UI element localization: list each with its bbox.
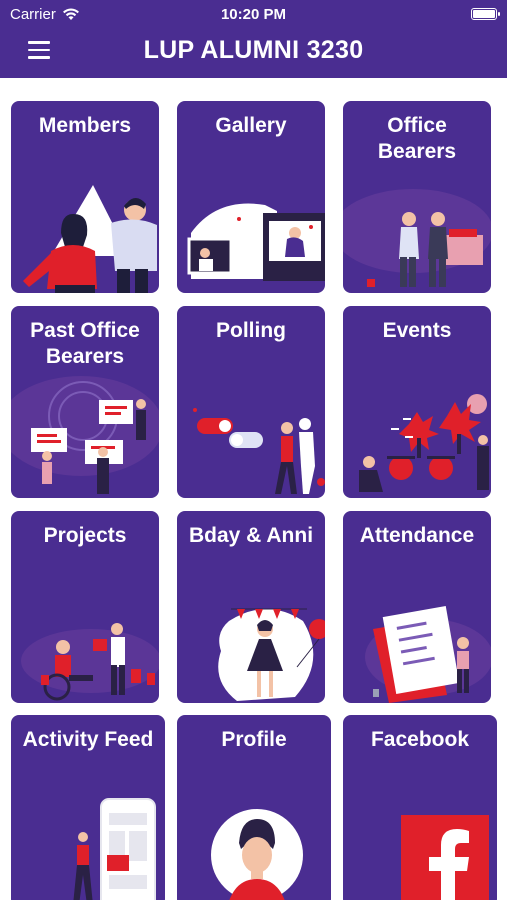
tile-gallery[interactable]: Gallery <box>177 101 325 293</box>
tile-facebook[interactable]: Facebook <box>343 715 497 900</box>
tile-facebook-label: Facebook <box>370 728 470 751</box>
tile-events[interactable]: Events <box>343 306 491 498</box>
tile-projects-label: Projects <box>43 524 127 547</box>
tile-members[interactable]: Members <box>11 101 159 293</box>
tile-office-bearers[interactable]: Office Bearers <box>343 101 491 293</box>
tile-members-label: Members <box>38 114 132 137</box>
tile-profile-label: Profile <box>221 728 287 751</box>
tile-projects[interactable]: Projects <box>11 511 159 703</box>
tile-birthday-anniversary-label: Bday & Anni <box>188 524 314 547</box>
tile-polling-label: Polling <box>216 319 286 342</box>
tile-profile[interactable]: Profile <box>177 715 331 900</box>
tile-past-office-bearers-label: Past Office Bearers <box>30 319 140 368</box>
tile-past-office-bearers[interactable]: Past Office Bearers <box>11 306 159 498</box>
tile-office-bearers-label: Office Bearers <box>377 114 457 163</box>
tile-birthday-anniversary[interactable]: Bday & Anni <box>177 511 325 703</box>
tile-activity-feed[interactable]: Activity Feed <box>11 715 165 900</box>
dashboard-grid: Members Gallery Office Bearers Past Offi… <box>0 0 507 900</box>
tile-attendance[interactable]: Attendance <box>343 511 491 703</box>
tile-activity-feed-label: Activity Feed <box>22 728 154 751</box>
tile-gallery-label: Gallery <box>215 114 287 137</box>
tile-attendance-label: Attendance <box>359 524 475 547</box>
tile-events-label: Events <box>382 319 452 342</box>
tile-polling[interactable]: Polling <box>177 306 325 498</box>
